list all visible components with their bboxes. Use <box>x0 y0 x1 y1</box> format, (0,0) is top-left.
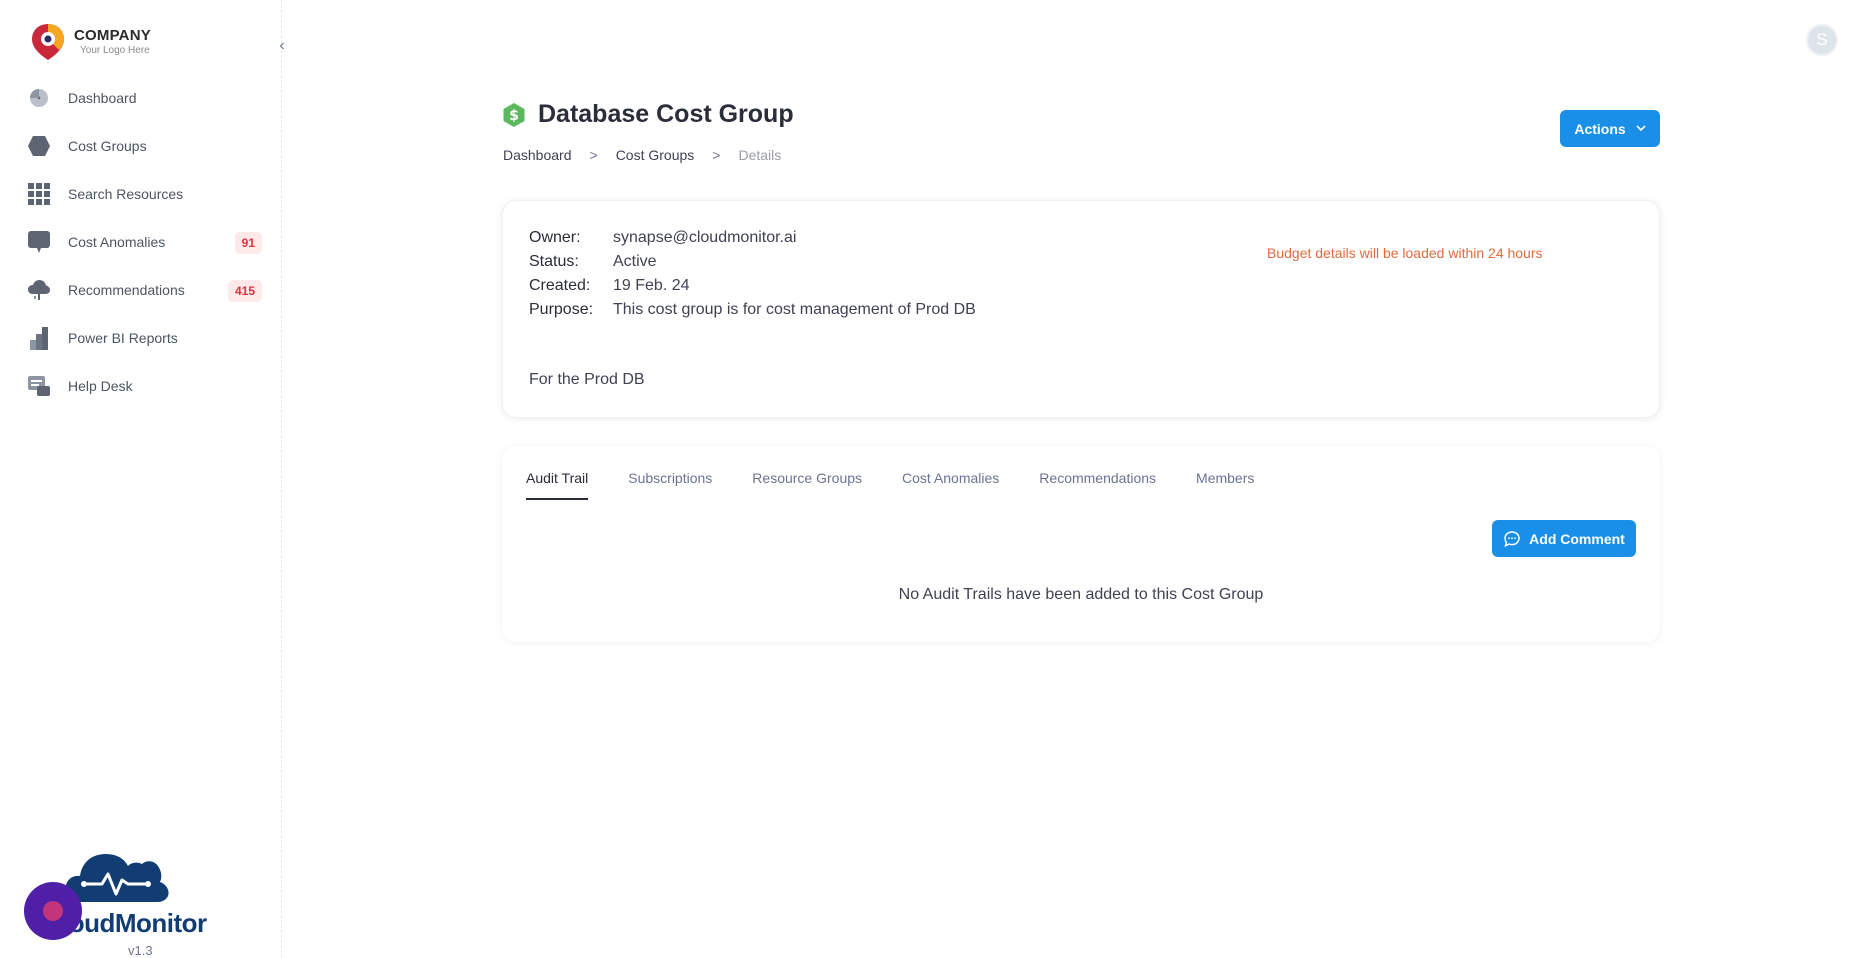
sidebar-item-label: Cost Anomalies <box>68 234 166 250</box>
chat-icon <box>26 229 52 255</box>
tab-audit-trail[interactable]: Audit Trail <box>526 470 589 500</box>
app-version: v1.3 <box>128 943 153 958</box>
sidebar-nav: Dashboard Cost Groups Search Resources C… <box>26 74 262 410</box>
company-logo[interactable]: COMPANY Your Logo Here <box>30 22 151 62</box>
sidebar-item-label: Cost Groups <box>68 138 147 154</box>
tab-cost-anomalies[interactable]: Cost Anomalies <box>902 470 999 500</box>
sidebar-item-power-bi-reports[interactable]: Power BI Reports <box>26 314 262 362</box>
actions-label: Actions <box>1574 120 1626 137</box>
created-row: Created: 19 Feb. 24 <box>529 277 690 295</box>
budget-notice: Budget details will be loaded within 24 … <box>1267 245 1543 261</box>
company-tagline: Your Logo Here <box>80 45 150 56</box>
purpose-row: Purpose: This cost group is for cost man… <box>529 301 976 319</box>
breadcrumb: Dashboard > Cost Groups > Details <box>503 147 799 163</box>
cost-anomalies-count-badge: 91 <box>234 232 262 254</box>
sidebar-item-search-resources[interactable]: Search Resources <box>26 170 262 218</box>
tab-members[interactable]: Members <box>1196 470 1254 500</box>
sidebar-item-label: Dashboard <box>68 90 137 106</box>
add-comment-button[interactable]: Add Comment <box>1492 520 1636 557</box>
breadcrumb-cost-groups[interactable]: Cost Groups <box>616 147 695 163</box>
page-header: $ Database Cost Group <box>502 100 794 129</box>
dollar-hexagon-icon: $ <box>502 102 526 128</box>
sidebar-item-recommendations[interactable]: Recommendations 415 <box>26 266 262 314</box>
description-text: For the Prod DB <box>529 371 645 388</box>
sidebar-item-label: Search Resources <box>68 186 184 202</box>
status-value: Active <box>613 253 657 270</box>
created-value: 19 Feb. 24 <box>613 277 690 294</box>
help-desk-icon <box>26 373 52 399</box>
breadcrumb-separator: > <box>712 147 721 163</box>
tab-bar: Audit Trail Subscriptions Resource Group… <box>526 470 1294 500</box>
sidebar: COMPANY Your Logo Here ‹ Dashboard Cost … <box>0 0 285 958</box>
chat-widget-icon <box>43 901 63 921</box>
tab-recommendations[interactable]: Recommendations <box>1039 470 1156 500</box>
sidebar-item-help-desk[interactable]: Help Desk <box>26 362 262 410</box>
owner-row: Owner: synapse@cloudmonitor.ai <box>529 229 796 247</box>
sidebar-item-label: Help Desk <box>68 378 133 394</box>
purpose-value: This cost group is for cost management o… <box>613 301 976 318</box>
page-title: Database Cost Group <box>538 100 794 128</box>
status-label: Status: <box>529 253 579 270</box>
gauge-icon <box>26 85 52 111</box>
tab-subscriptions[interactable]: Subscriptions <box>628 470 712 500</box>
collapse-sidebar-button[interactable]: ‹ <box>272 36 292 56</box>
owner-label: Owner: <box>529 229 581 246</box>
purpose-label: Purpose: <box>529 301 594 318</box>
actions-dropdown-button[interactable]: Actions <box>1560 110 1660 147</box>
recommendations-count-badge: 415 <box>227 280 262 302</box>
hexagon-icon <box>26 133 52 159</box>
company-name: COMPANY <box>74 27 151 44</box>
user-avatar[interactable]: S <box>1806 24 1838 56</box>
sidebar-item-dashboard[interactable]: Dashboard <box>26 74 262 122</box>
empty-audit-message: No Audit Trails have been added to this … <box>898 586 1264 603</box>
owner-value: synapse@cloudmonitor.ai <box>613 229 797 246</box>
cloudmonitor-wordmark: loudMonitor <box>62 908 207 938</box>
sidebar-item-cost-groups[interactable]: Cost Groups <box>26 122 262 170</box>
status-row: Status: Active <box>529 253 657 271</box>
svg-text:$: $ <box>509 108 519 124</box>
company-logo-icon <box>30 22 66 62</box>
cost-group-tabs-card: Audit Trail Subscriptions Resource Group… <box>502 446 1660 642</box>
cloud-icon <box>26 277 52 303</box>
bar-chart-icon <box>26 325 52 351</box>
sidebar-item-label: Recommendations <box>68 282 185 298</box>
add-comment-label: Add Comment <box>1529 530 1625 547</box>
created-label: Created: <box>529 277 591 294</box>
breadcrumb-separator: > <box>589 147 598 163</box>
grid-icon <box>26 181 52 207</box>
support-chat-button[interactable] <box>24 882 82 940</box>
breadcrumb-dashboard[interactable]: Dashboard <box>503 147 572 163</box>
sidebar-item-cost-anomalies[interactable]: Cost Anomalies 91 <box>26 218 262 266</box>
breadcrumb-current: Details <box>738 147 782 163</box>
cost-group-details-card: Owner: synapse@cloudmonitor.ai Status: A… <box>502 200 1660 418</box>
comment-icon <box>1503 530 1521 548</box>
tab-resource-groups[interactable]: Resource Groups <box>752 470 862 500</box>
sidebar-item-label: Power BI Reports <box>68 330 178 346</box>
chevron-down-icon <box>1636 123 1646 135</box>
chevron-left-icon: ‹ <box>279 37 285 54</box>
